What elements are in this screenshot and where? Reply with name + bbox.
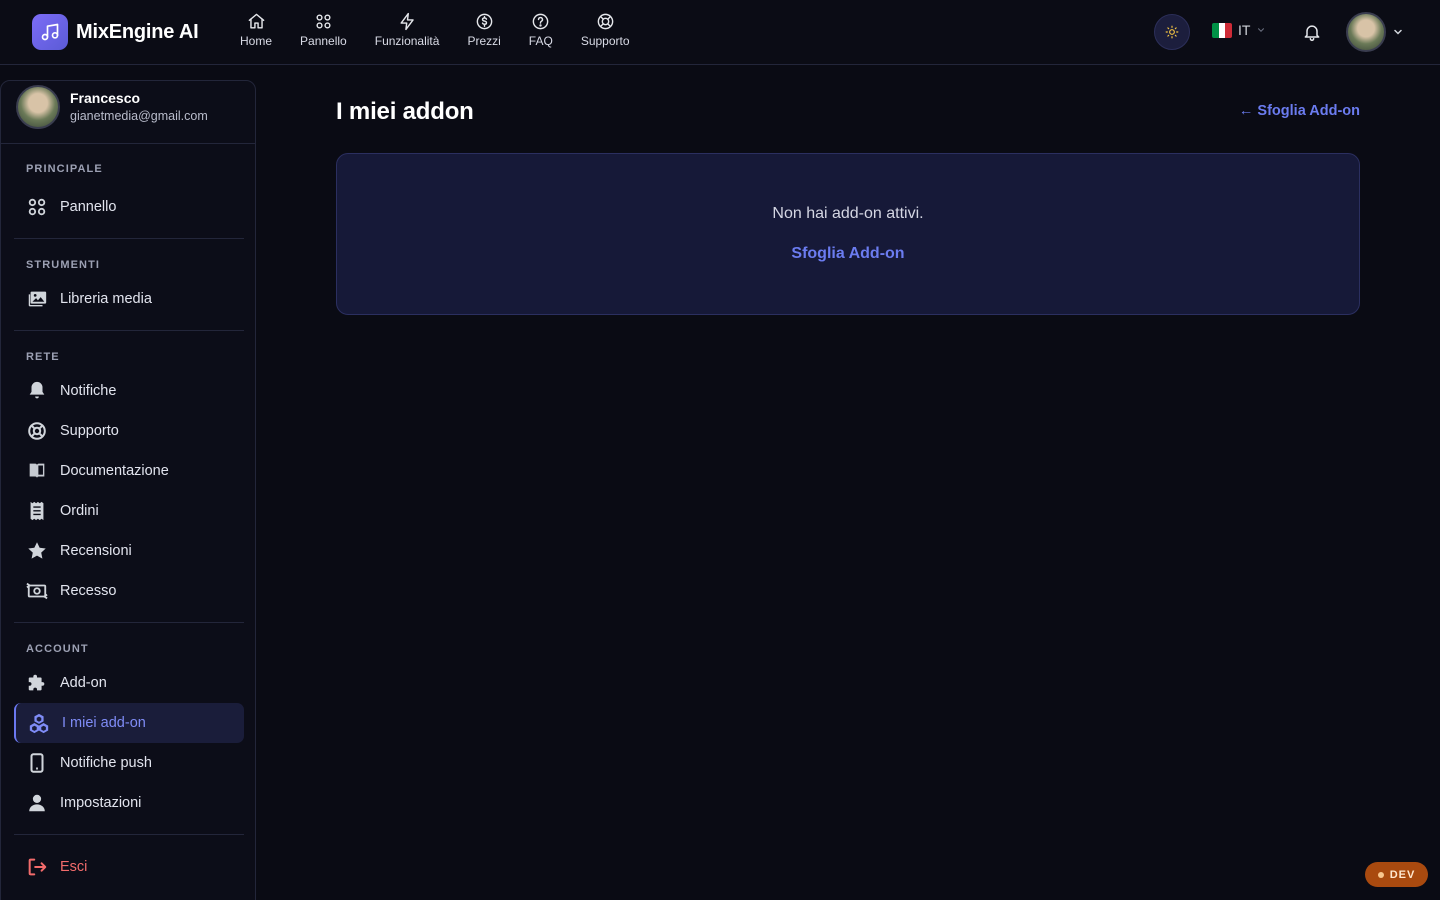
section-title: ACCOUNT xyxy=(26,643,89,655)
status-dot xyxy=(1377,871,1384,878)
nav-supporto[interactable]: Supporto xyxy=(567,12,644,48)
logout-button[interactable]: Esci xyxy=(14,847,244,887)
language-selector[interactable]: IT xyxy=(1212,22,1266,38)
sidebar-item-impostazioni[interactable]: Impostazioni xyxy=(14,783,244,823)
star-icon xyxy=(28,542,46,559)
sidebar-item-label: Add-on xyxy=(60,675,107,691)
profile-email: gianetmedia@gmail.com xyxy=(70,109,208,123)
sidebar-item-documentazione[interactable]: Documentazione xyxy=(14,451,244,491)
book-icon xyxy=(29,463,45,479)
sidebar-item-label: I miei add-on xyxy=(62,715,146,731)
nav-supporto-label: Supporto xyxy=(580,34,630,48)
sidebar-section-principale: PRINCIPALE Pannello xyxy=(14,163,244,227)
cubes-icon xyxy=(29,713,49,734)
nav-prezzi[interactable]: Prezzi xyxy=(453,12,514,48)
brand-name: MixEngine AI xyxy=(76,20,199,43)
section-title: RETE xyxy=(26,351,60,363)
bell-icon xyxy=(29,381,45,399)
help-icon xyxy=(532,13,549,30)
sidebar-profile: Francesco gianetmedia@gmail.com xyxy=(1,81,255,144)
page-title: I miei addon xyxy=(336,98,474,125)
sidebar-item-i-miei-add-on[interactable]: I miei add-on xyxy=(14,703,244,743)
media-library-icon xyxy=(28,291,47,307)
browse-addons-link[interactable]: ← Sfoglia Add-on xyxy=(1239,103,1360,119)
sidebar-section-rete: RETE Notifiche Supporto Documentazione O… xyxy=(14,351,244,611)
puzzle-icon xyxy=(28,674,45,691)
sidebar-item-pannello[interactable]: Pannello xyxy=(14,187,244,227)
sidebar-item-label: Libreria media xyxy=(60,291,152,307)
nav-faq-label: FAQ xyxy=(528,34,553,48)
bell-icon xyxy=(1304,25,1320,42)
sidebar-item-label: Notifiche xyxy=(60,383,117,399)
language-code: IT xyxy=(1238,22,1251,38)
music-note-icon xyxy=(32,14,68,50)
main-nav: Home Pannello Funzionalità Prezzi FAQ Su… xyxy=(226,12,644,48)
theme-toggle-button[interactable] xyxy=(1154,14,1190,50)
sidebar-item-label: Recesso xyxy=(60,583,117,599)
sidebar-item-label: Documentazione xyxy=(60,463,169,479)
sidebar-section-logout: Esci xyxy=(14,847,244,887)
dev-badge: DEV xyxy=(1365,862,1428,887)
dollar-icon xyxy=(476,13,492,30)
sidebar-item-label: Ordini xyxy=(60,503,99,519)
sidebar-item-label: Recensioni xyxy=(60,543,132,559)
section-title: STRUMENTI xyxy=(26,259,101,271)
nav-pannello[interactable]: Pannello xyxy=(286,12,361,48)
nav-prezzi-label: Prezzi xyxy=(467,34,501,48)
sidebar-item-libreria-media[interactable]: Libreria media xyxy=(14,279,244,319)
sidebar-item-label: Supporto xyxy=(60,423,119,439)
chevron-down-icon[interactable] xyxy=(1392,26,1404,38)
divider xyxy=(14,238,244,239)
nav-funzionalita-label: Funzionalità xyxy=(374,34,440,48)
nav-funzionalita[interactable]: Funzionalità xyxy=(361,12,454,48)
home-icon xyxy=(248,13,264,29)
sidebar-item-add-on[interactable]: Add-on xyxy=(14,663,244,703)
avatar xyxy=(16,85,60,129)
nav-home[interactable]: Home xyxy=(226,12,286,48)
sidebar-item-supporto[interactable]: Supporto xyxy=(14,411,244,451)
logout-icon xyxy=(28,858,47,876)
receipt-icon xyxy=(30,501,44,521)
divider xyxy=(14,622,244,623)
italy-flag-icon xyxy=(1212,22,1232,38)
sidebar-item-notifiche-push[interactable]: Notifiche push xyxy=(14,743,244,783)
user-icon xyxy=(29,794,45,812)
empty-state-text: Non hai add-on attivi. xyxy=(772,205,924,222)
sidebar-item-recesso[interactable]: Recesso xyxy=(14,571,244,611)
sidebar: Francesco gianetmedia@gmail.com PRINCIPA… xyxy=(0,80,256,900)
refund-icon xyxy=(26,582,48,600)
lifebuoy-icon xyxy=(597,13,613,30)
mobile-icon xyxy=(30,753,44,773)
divider xyxy=(14,330,244,331)
divider xyxy=(14,834,244,835)
sidebar-item-label: Impostazioni xyxy=(60,795,142,811)
notifications-button[interactable] xyxy=(1302,22,1322,47)
brand[interactable]: MixEngine AI xyxy=(32,14,199,50)
sidebar-section-account: ACCOUNT Add-on I miei add-on Notifiche p… xyxy=(14,643,244,823)
nav-home-label: Home xyxy=(240,34,273,48)
nav-faq[interactable]: FAQ xyxy=(515,12,567,48)
lifebuoy-icon xyxy=(28,422,46,440)
profile-name: Francesco xyxy=(70,90,141,106)
sidebar-item-label: Pannello xyxy=(60,199,117,215)
sidebar-item-recensioni[interactable]: Recensioni xyxy=(14,531,244,571)
dev-badge-label: DEV xyxy=(1389,868,1416,881)
nav-pannello-label: Pannello xyxy=(300,34,347,48)
user-avatar[interactable] xyxy=(1346,12,1386,52)
sidebar-section-strumenti: STRUMENTI Libreria media xyxy=(14,259,244,319)
sidebar-item-label: Notifiche push xyxy=(60,755,152,771)
sun-icon xyxy=(1165,25,1179,39)
section-title: PRINCIPALE xyxy=(26,163,103,175)
grid-icon xyxy=(316,14,331,29)
empty-state-card: Non hai add-on attivi. Sfoglia Add-on xyxy=(336,153,1360,315)
sidebar-item-ordini[interactable]: Ordini xyxy=(14,491,244,531)
grid-icon xyxy=(28,198,46,216)
sidebar-item-notifiche[interactable]: Notifiche xyxy=(14,371,244,411)
empty-state-browse-link[interactable]: Sfoglia Add-on xyxy=(337,245,1359,263)
chevron-down-icon xyxy=(1258,28,1265,32)
bolt-icon xyxy=(400,12,414,31)
top-navbar: MixEngine AI Home Pannello Funzionalità … xyxy=(0,0,1440,65)
logout-label: Esci xyxy=(60,859,88,875)
